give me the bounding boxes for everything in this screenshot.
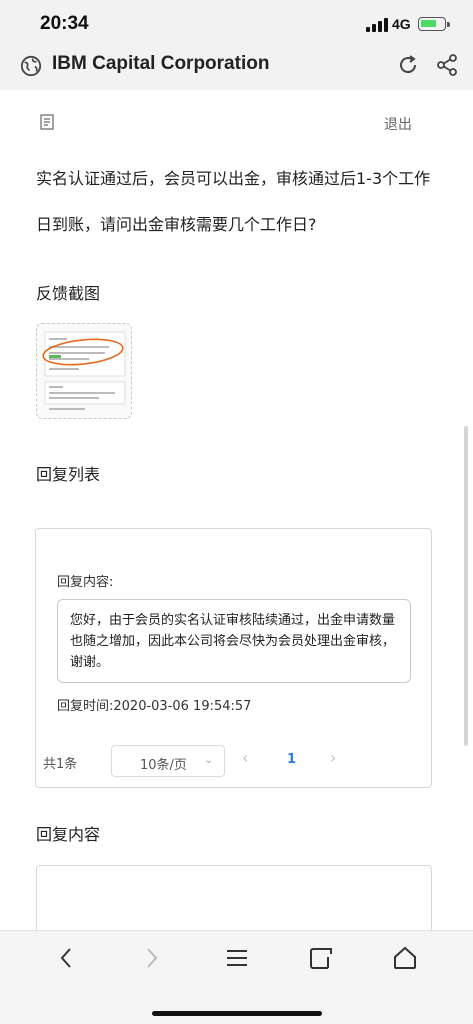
signal-icon	[366, 18, 388, 32]
tabs-icon[interactable]	[308, 945, 334, 971]
next-page-button[interactable]: ›	[330, 748, 336, 767]
network-type: 4G	[392, 16, 411, 32]
back-icon[interactable]	[54, 945, 80, 971]
share-icon[interactable]	[435, 53, 459, 77]
logout-link[interactable]: 退出	[384, 114, 412, 134]
page-header: 退出	[0, 90, 473, 156]
reply-card: 回复内容: 您好，由于会员的实名认证审核陆续通过，出金申请数量也随之增加，因此本…	[35, 528, 432, 788]
site-title: IBM Capital Corporation	[52, 53, 270, 74]
status-bar: 20:34 4G	[0, 0, 473, 44]
home-indicator[interactable]	[152, 1011, 322, 1016]
browser-toolbar: IBM Capital Corporation	[0, 44, 473, 90]
current-page-number[interactable]: 1	[287, 752, 296, 767]
reply-content-label: 回复内容:	[57, 575, 114, 590]
document-icon[interactable]	[40, 114, 54, 130]
feedback-screenshot-thumbnail[interactable]	[36, 323, 132, 419]
chevron-down-icon: ⌄	[204, 753, 214, 766]
main-content: 实名认证通过后，会员可以出金，审核通过后1-3个工作 日到账，请问出金审核需要几…	[0, 156, 473, 930]
reply-input-label: 回复内容	[36, 825, 101, 844]
feedback-screenshot-label: 反馈截图	[36, 284, 101, 303]
reply-list-label: 回复列表	[36, 465, 101, 484]
home-icon[interactable]	[392, 945, 418, 971]
reply-time: 回复时间:2020-03-06 19:54:57	[57, 699, 252, 714]
reply-textarea[interactable]	[36, 865, 432, 930]
question-line-2: 日到账，请问出金审核需要几个工作日?	[36, 215, 317, 234]
page-size-select[interactable]: 10条/页 ⌄	[111, 745, 225, 777]
reply-content: 您好，由于会员的实名认证审核陆续通过，出金申请数量也随之增加，因此本公司将会尽快…	[57, 599, 411, 683]
screenshot-image	[42, 331, 126, 410]
browser-bottom-bar	[0, 930, 473, 1024]
pager-total: 共1条	[43, 757, 78, 772]
scrollbar[interactable]	[464, 426, 468, 746]
status-time: 20:34	[40, 13, 89, 34]
question-text: 实名认证通过后，会员可以出金，审核通过后1-3个工作 日到账，请问出金审核需要几…	[36, 156, 436, 248]
prev-page-button[interactable]: ‹	[242, 748, 248, 767]
question-line-1: 实名认证通过后，会员可以出金，审核通过后1-3个工作	[36, 169, 431, 188]
page-size-value: 10条/页	[140, 758, 187, 773]
reload-icon[interactable]	[396, 53, 420, 77]
menu-icon[interactable]	[224, 945, 250, 971]
battery-icon	[418, 17, 450, 31]
globe-icon[interactable]	[20, 55, 42, 77]
forward-icon[interactable]	[138, 945, 164, 971]
